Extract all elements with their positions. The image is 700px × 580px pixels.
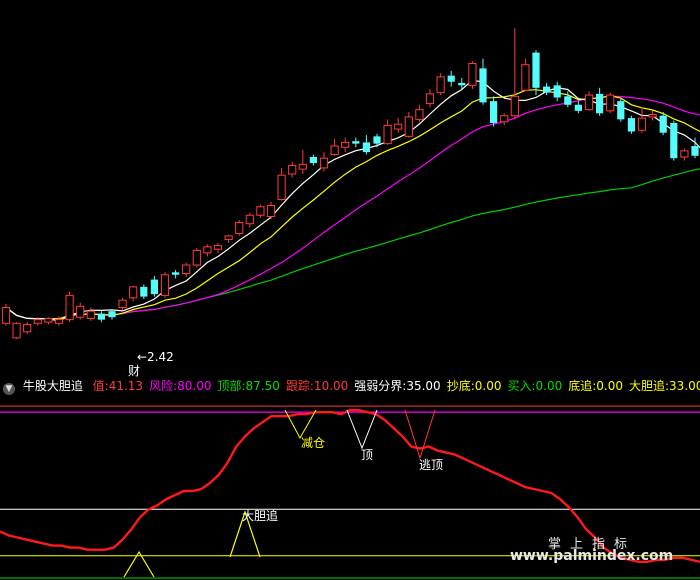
candle-body: [500, 115, 509, 123]
candle-body: [627, 118, 635, 132]
indicator-header: ▼ 牛股大胆追 值:41.13 风险:80.00 顶部:87.50 跟踪:10.00 强…: [0, 376, 700, 396]
indicator-field: 跟踪:10.00: [285, 379, 349, 393]
indicator-name[interactable]: 牛股大胆追: [23, 376, 83, 396]
candle-body: [425, 93, 435, 105]
indicator-field: 抄底:0.00: [446, 379, 502, 393]
candle-body: [256, 206, 265, 216]
candle-body: [404, 116, 413, 137]
candle-body: [659, 115, 667, 133]
candle-body: [54, 319, 64, 324]
watermark-url: www.palmindex.com: [510, 548, 674, 564]
candle-body: [309, 156, 317, 164]
candle-body: [596, 93, 604, 114]
candle-body: [394, 123, 403, 130]
candle-body: [330, 145, 339, 156]
signal-reduce-label: 减仓: [301, 436, 326, 450]
candle-body: [362, 142, 370, 153]
indicator-field: 底追:0.00: [568, 379, 623, 393]
candle-body: [235, 222, 244, 234]
candle-body: [553, 85, 561, 98]
candle-body: [436, 76, 445, 94]
signal-escape-top-mark: [404, 409, 436, 460]
candle-body: [510, 95, 519, 117]
indicator-field: 值:41.13: [92, 379, 144, 393]
candle-body: [76, 305, 85, 318]
indicator-field: 买入:0.00: [507, 379, 563, 393]
candle-body: [203, 246, 212, 254]
price-chart[interactable]: [0, 0, 700, 580]
candle-body: [532, 52, 540, 88]
candle-body: [680, 150, 689, 158]
candle-body: [490, 101, 498, 123]
candle-body: [277, 174, 286, 200]
candle-body: [415, 109, 424, 120]
indicator-field: 大胆追:33.00: [629, 379, 700, 393]
indicator-fields: 值:41.13 风险:80.00 顶部:87.50 跟踪:10.00 强弱分界:35.0…: [93, 376, 700, 396]
ma20-line: [5, 95, 700, 320]
candle-body: [266, 205, 276, 217]
indicator-field: 顶部:87.50: [217, 379, 280, 393]
candle-body: [150, 279, 158, 295]
candle-body: [192, 249, 201, 266]
candle-body: [447, 75, 455, 82]
candle-body: [584, 94, 594, 111]
candle-body: [245, 214, 254, 225]
candle-body: [691, 146, 699, 156]
candle-body: [479, 68, 487, 103]
candle-body: [670, 122, 678, 159]
candle-body: [521, 64, 530, 91]
candle-body: [86, 310, 95, 319]
candle-body: [213, 245, 223, 250]
candle-body: [458, 82, 466, 86]
candle-body: [172, 272, 180, 275]
signal-top-label: 顶: [361, 448, 374, 462]
candle-body: [606, 94, 615, 112]
candle-body: [12, 322, 21, 339]
candle-body: [97, 313, 105, 320]
candle-body: [468, 63, 477, 86]
candle-body: [637, 117, 647, 131]
candle-body: [341, 141, 350, 148]
candle-body: [373, 136, 381, 144]
candle-body: [160, 274, 170, 296]
candle-body: [224, 235, 233, 241]
candle-body: [44, 317, 53, 323]
ma5-line: [5, 79, 700, 322]
ma60-line: [5, 168, 700, 320]
indicator-field: 风险:80.00: [149, 379, 212, 393]
candle-body: [33, 319, 42, 324]
signal-top-mark: [346, 409, 378, 450]
signal-bold-chase-label: 大胆追: [242, 509, 279, 523]
candle-body: [574, 104, 582, 111]
candle-body: [352, 141, 360, 144]
candle-body: [140, 286, 148, 297]
signal-escape-top-label: 逃顶: [419, 458, 444, 472]
low-price-marker: ←2.42: [137, 350, 174, 364]
candle-body: [288, 164, 297, 175]
candle-body: [319, 157, 329, 169]
candle-body: [129, 286, 138, 299]
candle-body: [564, 96, 572, 105]
candle-body: [543, 86, 551, 93]
candle-body: [383, 124, 392, 145]
chevron-down-icon[interactable]: ▼: [3, 383, 15, 395]
finance-marker[interactable]: 财: [128, 362, 140, 379]
candle-body: [298, 163, 307, 170]
ma10-line: [5, 89, 700, 320]
candle-body: [108, 311, 116, 318]
candle-body: [182, 264, 191, 275]
candle-body: [118, 299, 127, 309]
candle-body: [23, 324, 32, 333]
indicator-field: 强弱分界:35.00: [354, 379, 441, 393]
candle-body: [65, 294, 74, 321]
candle-body: [648, 113, 657, 118]
candle-body: [617, 101, 625, 120]
candle-body: [1, 307, 11, 324]
